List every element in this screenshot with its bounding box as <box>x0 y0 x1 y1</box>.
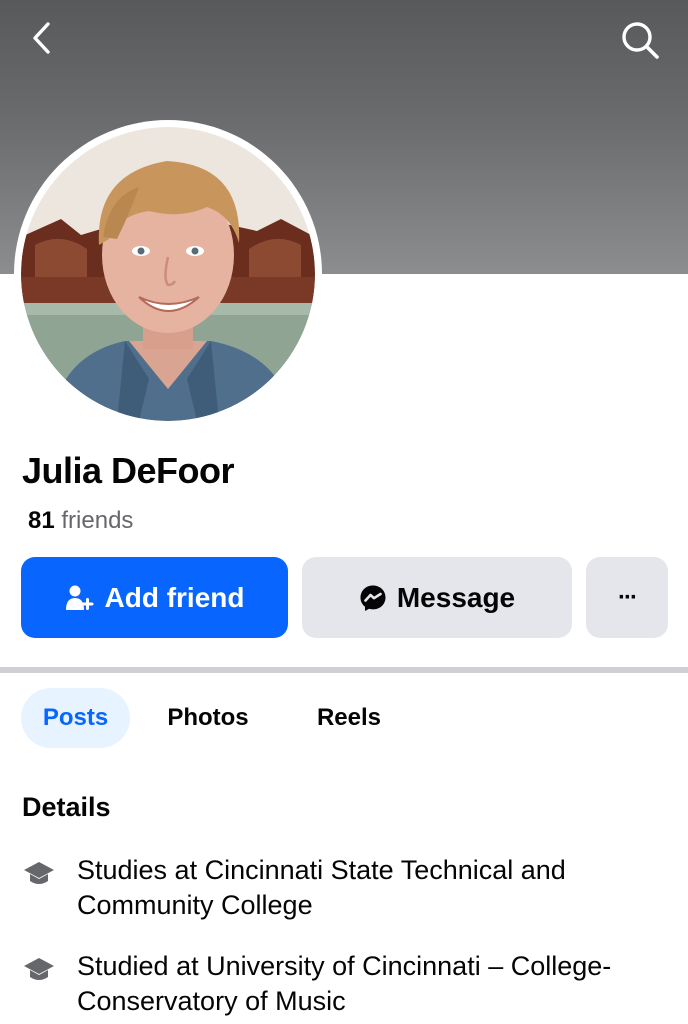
profile-picture[interactable] <box>14 120 322 428</box>
profile-tabs: Posts Photos Reels <box>21 688 404 748</box>
search-icon <box>622 22 659 59</box>
message-button[interactable]: Message <box>302 557 572 638</box>
tab-reels[interactable]: Reels <box>294 688 404 748</box>
friends-label: friends <box>61 507 134 534</box>
back-button[interactable] <box>22 18 62 58</box>
tab-photos[interactable]: Photos <box>130 688 286 748</box>
detail-text: Studied at University of Cincinnati – Co… <box>77 951 612 1016</box>
section-divider <box>0 667 688 673</box>
search-button[interactable] <box>616 16 664 64</box>
avatar <box>21 127 315 421</box>
chevron-left-icon <box>33 22 50 54</box>
graduation-cap-icon <box>24 958 54 980</box>
detail-item: Studied at University of Cincinnati – Co… <box>22 949 668 1019</box>
messenger-icon <box>360 585 386 611</box>
add-person-icon <box>65 585 93 610</box>
tab-posts[interactable]: Posts <box>21 688 130 748</box>
friends-count[interactable]: 81 friends <box>28 507 133 535</box>
detail-item: Studies at Cincinnati State Technical an… <box>22 853 668 923</box>
graduation-cap-icon <box>24 862 54 884</box>
more-icon: ··· <box>618 583 638 611</box>
add-friend-button[interactable]: Add friend <box>21 557 288 638</box>
details-heading: Details <box>22 792 111 822</box>
more-options-button[interactable]: ··· <box>586 557 668 638</box>
detail-text: Studies at Cincinnati State Technical an… <box>77 855 566 920</box>
profile-name: Julia DeFoor <box>22 450 235 491</box>
add-friend-label: Add friend <box>104 581 245 613</box>
friends-count-number: 81 <box>28 507 55 534</box>
message-label: Message <box>396 581 516 613</box>
